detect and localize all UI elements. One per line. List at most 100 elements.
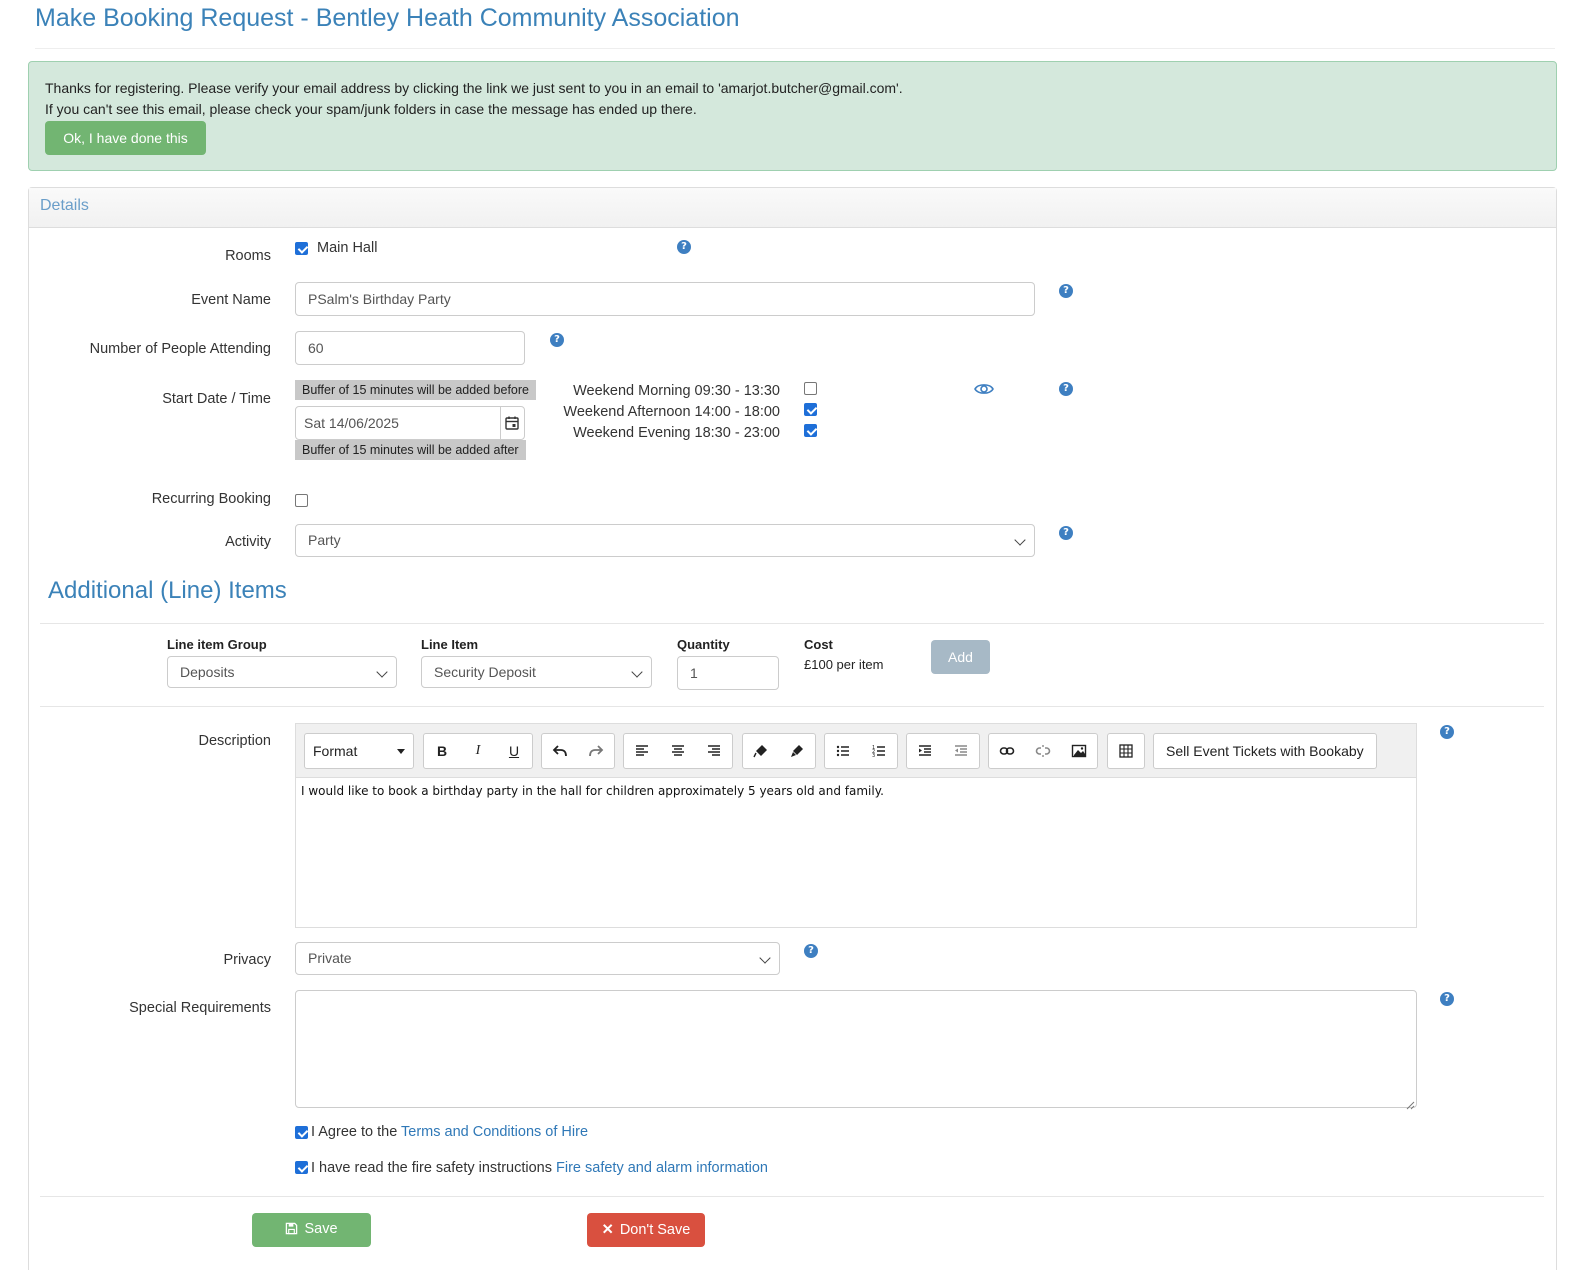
- line-items-divider-top: [40, 623, 1544, 624]
- fire-safety-checkbox[interactable]: [295, 1161, 308, 1174]
- slot-evening-checkbox[interactable]: [804, 424, 817, 437]
- chevron-down-icon: [631, 666, 643, 678]
- fire-safety-agreement: I have read the fire safety instructions…: [311, 1160, 768, 1176]
- panel-heading-label: Details: [40, 197, 89, 214]
- format-painter-group: [742, 733, 816, 769]
- image-icon[interactable]: [1061, 734, 1097, 768]
- bold-icon[interactable]: B: [424, 734, 460, 768]
- start-date-label: Start Date / Time: [162, 391, 271, 407]
- indent-icon[interactable]: [907, 734, 943, 768]
- special-requirements-help-icon[interactable]: ?: [1440, 992, 1454, 1006]
- rooms-label: Rooms: [225, 248, 271, 264]
- chevron-down-icon: [759, 952, 771, 964]
- cost-label: Cost: [804, 637, 833, 652]
- line-items-divider-bottom: [40, 706, 1544, 707]
- eye-icon[interactable]: [974, 381, 994, 397]
- activity-help-icon[interactable]: ?: [1059, 526, 1073, 540]
- buffer-before-badge: Buffer of 15 minutes will be added befor…: [295, 380, 536, 400]
- room-main-hall-label: Main Hall: [317, 240, 378, 256]
- slot-morning-label: Weekend Morning 09:30 - 13:30: [573, 383, 780, 399]
- privacy-select[interactable]: Private: [295, 942, 780, 975]
- format-dropdown[interactable]: Format: [304, 733, 414, 769]
- rooms-help-icon[interactable]: ?: [677, 240, 691, 254]
- slot-afternoon-checkbox[interactable]: [804, 403, 817, 416]
- date-separator: [500, 407, 501, 439]
- activity-select[interactable]: Party: [295, 524, 1035, 557]
- recurring-checkbox[interactable]: [295, 494, 308, 507]
- ok-done-button[interactable]: Ok, I have done this: [45, 121, 206, 155]
- terms-checkbox[interactable]: [295, 1126, 308, 1139]
- special-requirements-label: Special Requirements: [129, 1000, 271, 1016]
- start-date-help-icon[interactable]: ?: [1059, 382, 1073, 396]
- text-style-group: B I U: [423, 733, 533, 769]
- event-name-input[interactable]: [295, 282, 1035, 316]
- attendees-label: Number of People Attending: [89, 341, 271, 357]
- save-button[interactable]: Save: [252, 1213, 371, 1247]
- slot-morning-checkbox[interactable]: [804, 382, 817, 395]
- description-editor[interactable]: Format B I U 123 Sell Event Tickets with…: [295, 723, 1417, 928]
- calendar-icon[interactable]: [504, 415, 520, 431]
- italic-icon[interactable]: I: [460, 734, 496, 768]
- terms-prefix: I Agree to the: [311, 1124, 402, 1140]
- close-icon: ✕: [601, 1222, 614, 1238]
- event-name-label: Event Name: [191, 292, 271, 308]
- slot-evening-label: Weekend Evening 18:30 - 23:00: [573, 425, 780, 441]
- description-help-icon[interactable]: ?: [1440, 725, 1454, 739]
- dont-save-button[interactable]: ✕ Don't Save: [587, 1213, 705, 1247]
- privacy-value: Private: [308, 950, 352, 966]
- privacy-label: Privacy: [223, 952, 271, 968]
- line-item-group-select[interactable]: Deposits: [167, 656, 397, 688]
- align-center-icon[interactable]: [660, 734, 696, 768]
- page-title: Make Booking Request - Bentley Heath Com…: [35, 4, 740, 32]
- add-line-item-button[interactable]: Add: [931, 640, 990, 674]
- verify-email-alert: Thanks for registering. Please verify yo…: [28, 61, 1557, 171]
- align-right-icon[interactable]: [696, 734, 732, 768]
- dont-save-label: Don't Save: [619, 1222, 691, 1238]
- unlink-icon[interactable]: [1025, 734, 1061, 768]
- recurring-label: Recurring Booking: [151, 491, 271, 507]
- privacy-help-icon[interactable]: ?: [804, 944, 818, 958]
- special-requirements-textarea[interactable]: [295, 990, 1417, 1108]
- svg-text:3: 3: [872, 753, 875, 759]
- panel-heading[interactable]: Details: [29, 188, 1556, 228]
- quantity-input[interactable]: [677, 656, 779, 690]
- brush-icon[interactable]: [779, 734, 815, 768]
- sell-tickets-button[interactable]: Sell Event Tickets with Bookaby: [1153, 733, 1377, 769]
- link-icon[interactable]: [989, 734, 1025, 768]
- table-icon[interactable]: [1108, 734, 1144, 768]
- save-label: Save: [304, 1221, 338, 1237]
- actions-divider: [40, 1196, 1544, 1197]
- slot-afternoon-label: Weekend Afternoon 14:00 - 18:00: [563, 404, 780, 420]
- numbered-list-icon[interactable]: 123: [861, 734, 897, 768]
- floppy-icon: [285, 1222, 298, 1239]
- alert-text-line1: Thanks for registering. Please verify yo…: [45, 80, 903, 96]
- fire-safety-link[interactable]: Fire safety and alarm information: [556, 1160, 768, 1176]
- line-item-select[interactable]: Security Deposit: [421, 656, 652, 688]
- terms-agreement: I Agree to the Terms and Conditions of H…: [311, 1124, 588, 1140]
- undo-icon[interactable]: [542, 734, 578, 768]
- caret-down-icon: [397, 749, 405, 754]
- alert-text-line2: If you can't see this email, please chec…: [45, 101, 697, 117]
- outdent-icon[interactable]: [943, 734, 979, 768]
- attendees-input[interactable]: [295, 331, 525, 365]
- room-main-hall-checkbox[interactable]: [295, 242, 308, 255]
- line-items-title: Additional (Line) Items: [48, 577, 287, 604]
- activity-value: Party: [308, 532, 341, 548]
- terms-link[interactable]: Terms and Conditions of Hire: [401, 1124, 588, 1140]
- bullet-list-icon[interactable]: [825, 734, 861, 768]
- list-group: 123: [824, 733, 898, 769]
- start-date-input[interactable]: Sat 14/06/2025: [295, 406, 525, 440]
- cost-value: £100 per item: [804, 657, 884, 672]
- attendees-help-icon[interactable]: ?: [550, 333, 564, 347]
- buffer-after-badge: Buffer of 15 minutes will be added after: [295, 440, 526, 460]
- start-date-value: Sat 14/06/2025: [304, 415, 399, 431]
- table-group: [1107, 733, 1145, 769]
- activity-label: Activity: [225, 534, 271, 550]
- redo-icon[interactable]: [578, 734, 614, 768]
- event-name-help-icon[interactable]: ?: [1059, 284, 1073, 298]
- underline-icon[interactable]: U: [496, 734, 532, 768]
- align-left-icon[interactable]: [624, 734, 660, 768]
- clear-format-icon[interactable]: [743, 734, 779, 768]
- description-content[interactable]: I would like to book a birthday party in…: [301, 784, 884, 798]
- resize-handle-icon[interactable]: [1406, 1097, 1415, 1110]
